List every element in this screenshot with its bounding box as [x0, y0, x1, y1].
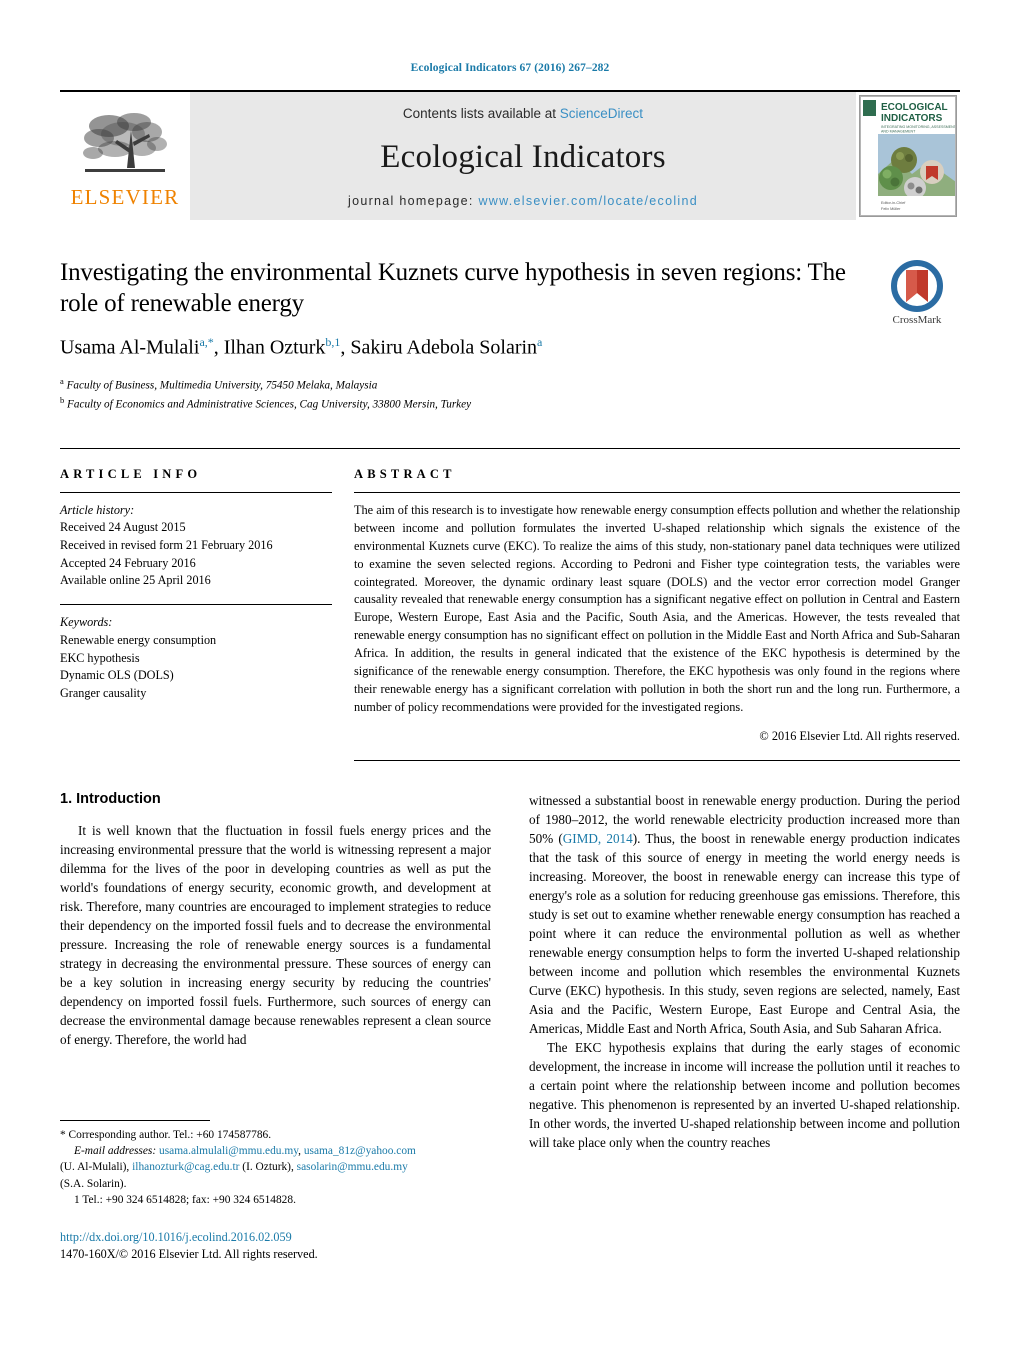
- article-info-heading: ARTICLE INFO: [60, 466, 202, 481]
- affiliation-b-marker: b: [60, 395, 65, 406]
- article-info-rule: [60, 491, 332, 493]
- body-column-right: witnessed a substantial boost in renewab…: [529, 791, 960, 1152]
- affiliation-b-text: Faculty of Economics and Administrative …: [67, 398, 472, 411]
- running-head: Ecological Indicators 67 (2016) 267–282: [410, 62, 610, 74]
- keywords-title: Keywords:: [60, 615, 113, 630]
- svg-text:ECOLOGICAL: ECOLOGICAL: [881, 102, 948, 113]
- affiliation-a: a Faculty of Business, Multimedia Univer…: [60, 375, 856, 395]
- email-addresses-label: E-mail addresses:: [74, 1145, 157, 1158]
- abstract-column: ABSTRACT The aim of this research is to …: [354, 466, 960, 762]
- footnote-tel: 1 Tel.: +90 324 6514828; fax: +90 324 65…: [74, 1193, 296, 1206]
- svg-text:AND MANAGEMENT: AND MANAGEMENT: [881, 130, 916, 134]
- affiliation-a-marker: a: [60, 375, 64, 386]
- footnote-corresponding-author: * Corresponding author. Tel.: +60 174587…: [60, 1129, 272, 1141]
- svg-text:Felix Müller: Felix Müller: [881, 207, 901, 211]
- history-item: Received in revised form 21 February 201…: [60, 538, 273, 553]
- svg-text:Editor-in-Chief: Editor-in-Chief: [881, 201, 906, 205]
- body-column-left: 1. Introduction It is well known that th…: [60, 791, 491, 1152]
- history-item: Accepted 24 February 2016: [60, 555, 196, 570]
- footnote-emails: E-mail addresses: usama.almulali@mmu.edu…: [60, 1143, 506, 1159]
- contents-prefix: Contents lists available at: [402, 106, 557, 121]
- keywords-rule: [60, 604, 332, 606]
- crossmark-badge[interactable]: CrossMark: [874, 258, 960, 326]
- footnote-rule: [60, 1120, 210, 1121]
- homepage-prefix: journal homepage:: [348, 194, 474, 208]
- intro-paragraph-right-1: witnessed a substantial boost in renewab…: [529, 791, 960, 1038]
- section-heading-introduction: 1. Introduction: [60, 791, 161, 808]
- keyword-item: EKC hypothesis: [60, 650, 140, 665]
- issn-copyright-line: 1470-160X/© 2016 Elsevier Ltd. All right…: [60, 1246, 318, 1261]
- article-info-column: ARTICLE INFO Article history: Received 2…: [60, 467, 354, 761]
- article-history-title: Article history:: [60, 502, 135, 517]
- footnote-block: * Corresponding author. Tel.: +60 174587…: [60, 1120, 506, 1263]
- email-link-3[interactable]: ilhanozturk@cag.edu.tr: [132, 1161, 239, 1173]
- email-link-4[interactable]: sasolarin@mmu.edu.my: [297, 1161, 408, 1173]
- abstract-copyright: © 2016 Elsevier Ltd. All rights reserved…: [759, 729, 960, 744]
- masthead-center: Contents lists available at ScienceDirec…: [190, 92, 856, 220]
- doi-block: http://dx.doi.org/10.1016/j.ecolind.2016…: [60, 1230, 506, 1263]
- doi-link[interactable]: http://dx.doi.org/10.1016/j.ecolind.2016…: [60, 1230, 506, 1245]
- keyword-item: Renewable energy consumption: [60, 632, 217, 647]
- info-abstract-region: ARTICLE INFO Article history: Received 2…: [60, 447, 960, 762]
- intro-paragraph-left: It is well known that the fluctuation in…: [60, 823, 491, 1048]
- footnote-emails-line2: (U. Al-Mulali), ilhanozturk@cag.edu.tr (…: [60, 1159, 506, 1175]
- journal-masthead: ELSEVIER Contents lists available at Sci…: [60, 90, 960, 220]
- svg-text:INTEGRATING MONITORING, ASSESS: INTEGRATING MONITORING, ASSESSMENT: [881, 125, 956, 129]
- intro-right-post: ). Thus, the boost in renewable energy p…: [529, 831, 960, 1037]
- email-link-2[interactable]: usama_81z@yahoo.com: [304, 1145, 416, 1157]
- affiliation-a-text: Faculty of Business, Multimedia Universi…: [66, 379, 378, 392]
- email-link-1[interactable]: usama.almulali@mmu.edu.my: [159, 1145, 298, 1157]
- abstract-rule: [354, 491, 960, 493]
- abstract-text: The aim of this research is to investiga…: [354, 502, 960, 715]
- abstract-heading: ABSTRACT: [354, 466, 456, 481]
- citation-gimd-2014[interactable]: GIMD, 2014: [563, 831, 633, 846]
- homepage-url[interactable]: www.elsevier.com/locate/ecolind: [478, 194, 698, 208]
- keyword-item: Dynamic OLS (DOLS): [60, 668, 174, 683]
- history-item: Received 24 August 2015: [60, 520, 186, 535]
- crossmark-label: CrossMark: [892, 314, 942, 326]
- journal-homepage-line: journal homepage: www.elsevier.com/locat…: [348, 194, 698, 208]
- paper-page: Ecological Indicators 67 (2016) 267–282: [0, 0, 1020, 1351]
- author-list: Usama Al-Mulalia,*, Ilhan Ozturkb,1, Sak…: [60, 335, 543, 359]
- keyword-item: Granger causality: [60, 685, 147, 700]
- journal-cover-image: ECOLOGICAL INDICATORS INTEGRATING MONITO…: [859, 95, 957, 217]
- body-columns: 1. Introduction It is well known that th…: [60, 791, 960, 1152]
- crossmark-icon: [891, 260, 943, 312]
- journal-cover-thumbnail: ECOLOGICAL INDICATORS INTEGRATING MONITO…: [856, 92, 960, 220]
- email-owner-2: (I. Ozturk),: [239, 1161, 297, 1174]
- svg-text:INDICATORS: INDICATORS: [881, 113, 943, 124]
- abstract-end-rule: [354, 760, 960, 762]
- sciencedirect-link[interactable]: ScienceDirect: [560, 106, 643, 121]
- intro-paragraph-right-2: The EKC hypothesis explains that during …: [529, 1040, 960, 1151]
- history-item: Available online 25 April 2016: [60, 573, 211, 588]
- affiliation-b: b Faculty of Economics and Administrativ…: [60, 394, 856, 414]
- elsevier-tree-icon: [79, 106, 171, 184]
- footnote-emails-line3: (S.A. Solarin).: [60, 1177, 127, 1190]
- contents-available-line: Contents lists available at ScienceDirec…: [403, 106, 643, 121]
- elsevier-logo: ELSEVIER: [60, 92, 190, 220]
- title-block: Investigating the environmental Kuznets …: [60, 258, 960, 414]
- article-history: Article history: Received 24 August 2015…: [60, 502, 332, 590]
- email-owner-1: (U. Al-Mulali),: [60, 1161, 133, 1174]
- keywords-block: Keywords: Renewable energy consumption E…: [60, 614, 332, 702]
- elsevier-wordmark: ELSEVIER: [70, 185, 180, 209]
- page-title: Investigating the environmental Kuznets …: [60, 259, 846, 317]
- journal-title: Ecological Indicators: [380, 139, 666, 175]
